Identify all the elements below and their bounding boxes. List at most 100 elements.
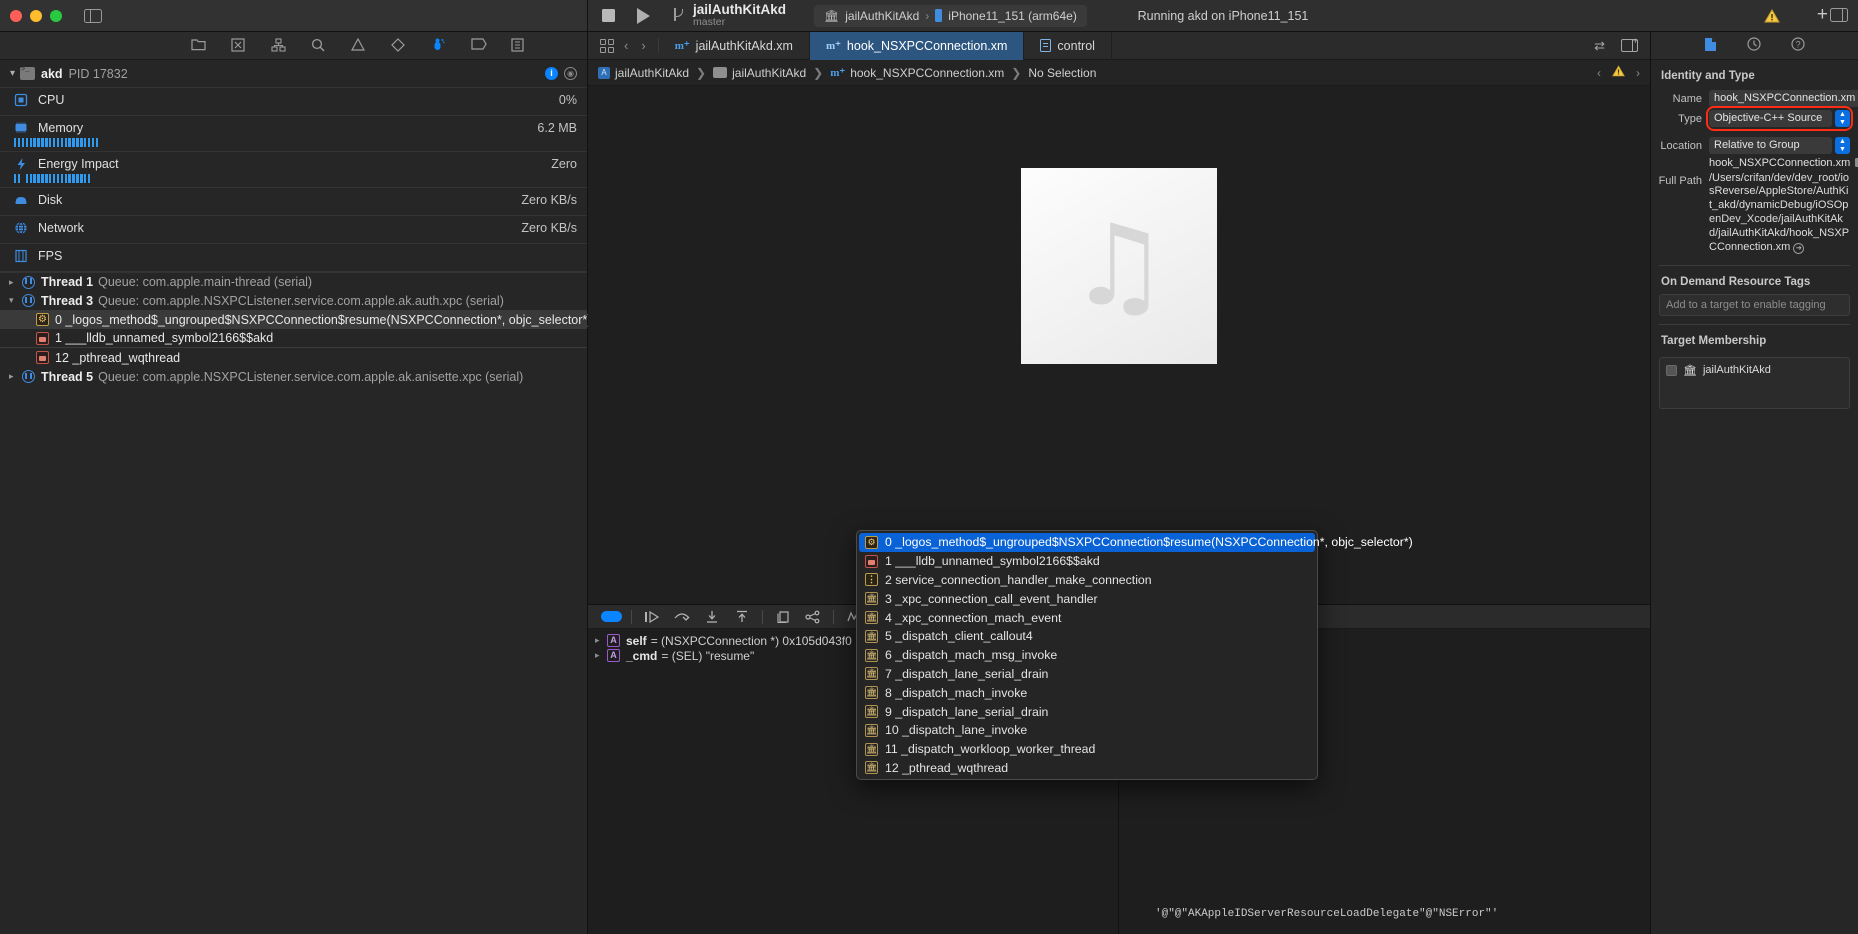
type-value[interactable]: Objective-C++ Source — [1709, 109, 1832, 127]
location-stepper-icon[interactable]: ▲ ▼ — [1835, 136, 1850, 154]
stack-frame-row[interactable]: 12 _pthread_wqthread — [0, 348, 587, 367]
odr-tags-field[interactable]: Add to a target to enable tagging — [1659, 293, 1850, 316]
name-field[interactable]: hook_NSXPCConnection.xm — [1709, 89, 1858, 107]
quick-help-inspector-tab[interactable]: ? — [1791, 37, 1805, 54]
gauge-network[interactable]: Network Zero KB/s — [0, 216, 587, 244]
editor-tab-control[interactable]: control — [1024, 31, 1112, 60]
symbol-navigator-tab[interactable] — [271, 38, 286, 53]
dropdown-item[interactable]: 🏛 12 _pthread_wqthread — [857, 759, 1317, 778]
dropdown-item[interactable]: 1 ___lldb_unnamed_symbol2166$$akd — [857, 552, 1317, 571]
forward-icon[interactable]: › — [641, 38, 645, 53]
add-editor-button[interactable]: + — [1817, 5, 1828, 24]
symbol-icon: ⋮ — [865, 573, 878, 587]
breadcrumb-project[interactable]: A jailAuthKitAkd — [598, 66, 689, 80]
editor-history-nav[interactable]: ‹ › — [624, 38, 659, 53]
location-combobox[interactable]: Relative to Group ▲ ▼ — [1709, 136, 1850, 154]
zoom-button[interactable] — [50, 9, 62, 22]
gauge-cpu[interactable]: CPU 0% — [0, 88, 587, 116]
editor-jumpbar: A jailAuthKitAkd ❯ jailAuthKitAkd ❯ m⁺ h… — [588, 60, 1650, 86]
window-controls[interactable] — [10, 9, 62, 22]
thread-name: Thread 3 — [41, 293, 94, 308]
breadcrumb-file[interactable]: m⁺ hook_NSXPCConnection.xm — [830, 66, 1004, 80]
dropdown-item[interactable]: 🏛 11 _dispatch_workloop_worker_thread — [857, 740, 1317, 759]
minimize-button[interactable] — [30, 9, 42, 22]
breadcrumb-folder[interactable]: jailAuthKitAkd — [713, 66, 806, 80]
chevron-right-icon[interactable]: ▸ — [595, 635, 607, 646]
dropdown-item[interactable]: 🏛 3 _xpc_connection_call_event_handler — [857, 589, 1317, 608]
reveal-in-finder-icon[interactable]: ➔ — [1793, 243, 1805, 255]
gauge-energy[interactable]: Energy Impact Zero — [0, 152, 587, 188]
dropdown-item[interactable]: 🏛 7 _dispatch_lane_serial_drain — [857, 665, 1317, 684]
breakpoints-toggle-button[interactable] — [596, 611, 626, 622]
warning-triangle-icon[interactable] — [1612, 65, 1625, 80]
dropdown-item[interactable]: ⋮ 2 service_connection_handler_make_conn… — [857, 571, 1317, 590]
location-value[interactable]: Relative to Group — [1709, 136, 1832, 154]
target-membership-list[interactable]: 🏛 jailAuthKitAkd — [1659, 356, 1850, 409]
breadcrumb-selection[interactable]: No Selection — [1028, 66, 1096, 80]
process-header[interactable]: ▾ akd PID 17832 i ◉ — [0, 60, 587, 88]
editor-tab-jailauthkitakd[interactable]: m⁺ jailAuthKitAkd.xm — [659, 31, 810, 60]
dropdown-item-label: 5 _dispatch_client_callout4 — [885, 629, 1033, 644]
chevron-right-icon[interactable]: ▸ — [595, 650, 607, 661]
step-over-button[interactable] — [667, 610, 697, 623]
dropdown-item[interactable]: ⚙ 0 _logos_method$_ungrouped$NSXPCConnec… — [859, 533, 1413, 552]
test-navigator-tab[interactable] — [391, 38, 406, 53]
dropdown-item[interactable]: 🏛 8 _dispatch_mach_invoke — [857, 683, 1317, 702]
stack-frame-row[interactable]: 1 ___lldb_unnamed_symbol2166$$akd — [0, 329, 587, 348]
scheme-selector[interactable]: jailAuthKitAkd master — [672, 2, 786, 29]
stack-frame-dropdown[interactable]: ⚙ 0 _logos_method$_ungrouped$NSXPCConnec… — [856, 530, 1413, 781]
inspector-toggle-icon[interactable] — [1830, 8, 1848, 22]
add-assistant-editor-icon[interactable] — [1621, 36, 1638, 52]
step-into-button[interactable] — [697, 610, 727, 624]
target-checkbox[interactable] — [1666, 364, 1677, 376]
navigator-toggle-icon[interactable] — [84, 8, 102, 23]
dropdown-item[interactable]: 🏛 4 _xpc_connection_mach_event — [857, 608, 1317, 627]
debug-navigator-tab[interactable] — [431, 38, 446, 53]
stack-frame-row[interactable]: ⚙ 0 _logos_method$_ungrouped$NSXPCConnec… — [0, 310, 591, 329]
run-button[interactable] — [637, 7, 650, 24]
swap-editors-icon[interactable]: ⇄ — [1594, 38, 1605, 54]
thread-row[interactable]: ▸ Thread 1 Queue: com.apple.main-thread … — [0, 272, 587, 291]
dropdown-item[interactable]: 🏛 6 _dispatch_mach_msg_invoke — [857, 646, 1317, 665]
report-navigator-tab[interactable] — [511, 38, 526, 53]
destination-selector[interactable]: 🏛 jailAuthKitAkd › iPhone11_151 (arm64e) — [814, 4, 1087, 27]
location-file-value[interactable]: hook_NSXPCConnection.xm — [1709, 157, 1858, 169]
chevron-down-icon[interactable]: ▾ — [10, 68, 15, 79]
filter-icon[interactable]: ◉ — [564, 67, 577, 80]
type-stepper-icon[interactable]: ▲ ▼ — [1835, 109, 1850, 127]
stop-button[interactable] — [602, 9, 615, 22]
editor-tab-hook-nsxpcconnection[interactable]: m⁺ hook_NSXPCConnection.xm — [809, 31, 1025, 60]
warning-triangle-icon[interactable] — [1764, 9, 1780, 26]
tab-grid-icon[interactable] — [600, 38, 614, 53]
issue-navigator-tab[interactable] — [351, 38, 366, 53]
find-navigator-tab[interactable] — [311, 38, 326, 53]
breakpoint-navigator-tab[interactable] — [471, 38, 487, 53]
step-out-button[interactable] — [727, 610, 757, 624]
gauge-disk[interactable]: Disk Zero KB/s — [0, 188, 587, 216]
back-icon[interactable]: ‹ — [624, 38, 628, 53]
project-navigator-tab[interactable] — [191, 38, 206, 53]
history-inspector-tab[interactable] — [1747, 37, 1761, 54]
file-inspector-tab[interactable] — [1704, 37, 1717, 55]
info-icon[interactable]: i — [545, 67, 558, 80]
thread-row[interactable]: ▾ Thread 3 Queue: com.apple.NSXPCListene… — [0, 291, 587, 310]
memory-graph-button[interactable] — [798, 610, 828, 624]
editor-canvas[interactable]: ♫ — [588, 86, 1650, 604]
type-combobox[interactable]: Objective-C++ Source ▲ ▼ — [1706, 105, 1853, 131]
dropdown-item[interactable]: 🏛 10 _dispatch_lane_invoke — [857, 721, 1317, 740]
view-hierarchy-button[interactable] — [768, 610, 798, 624]
close-button[interactable] — [10, 9, 22, 22]
target-membership-row[interactable]: 🏛 jailAuthKitAkd — [1666, 364, 1843, 377]
thread-row[interactable]: ▸ Thread 5 Queue: com.apple.NSXPCListene… — [0, 367, 587, 386]
chevron-right-icon[interactable]: ▸ — [9, 371, 20, 382]
gauge-memory[interactable]: Memory 6.2 MB — [0, 116, 587, 152]
gauge-fps[interactable]: FPS — [0, 244, 587, 272]
chevron-right-icon[interactable]: ▸ — [9, 277, 20, 288]
dropdown-item[interactable]: 🏛 9 _dispatch_lane_serial_drain — [857, 702, 1317, 721]
dropdown-item[interactable]: 🏛 5 _dispatch_client_callout4 — [857, 627, 1317, 646]
next-issue-icon[interactable]: › — [1636, 66, 1640, 80]
source-control-navigator-tab[interactable] — [231, 38, 246, 53]
continue-button[interactable] — [637, 610, 667, 623]
previous-issue-icon[interactable]: ‹ — [1597, 66, 1601, 80]
chevron-down-icon[interactable]: ▾ — [9, 295, 20, 306]
